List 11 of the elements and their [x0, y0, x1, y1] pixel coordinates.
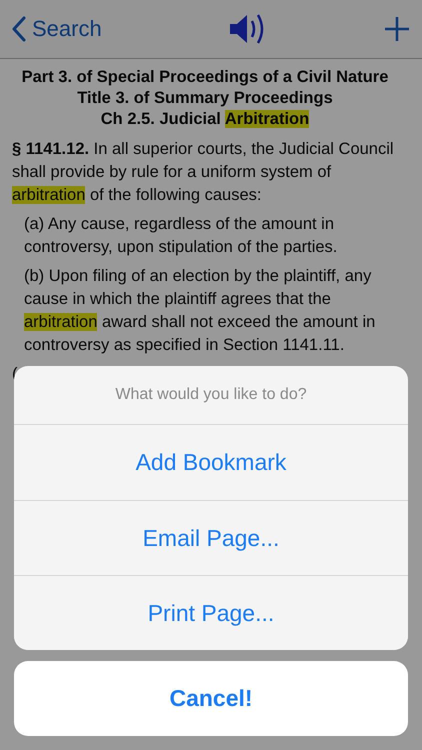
back-button[interactable]: Search: [12, 16, 102, 42]
plus-icon[interactable]: [384, 16, 410, 42]
section-heading: Title 3. of Summary Proceedings: [76, 88, 334, 109]
section-heading: Part 3. of Special Proceedings of a Civil Nature: [20, 67, 390, 88]
statute-paragraph: (a) Any cause, regardless of the amount in controversy, upon stipulation of the parties.: [24, 214, 338, 258]
section-heading: Ch 2.5. Judicial Arbitration: [100, 109, 310, 130]
action-button[interactable]: Print Page...: [14, 575, 408, 650]
statute-paragraph: § 1141.12. In all superior courts, the Judicial Council shall provide by rule for a uniform system of arbitration of the following causes:: [12, 139, 395, 206]
chevron-left-icon: [12, 16, 26, 42]
statute-paragraph: (b) Upon filing of an election by the plaintiff, any cause in which the plaintiff agrees that the arbitration award shall not exceed the amount in controversy as specified in Section 1141.11.: [24, 266, 376, 356]
cancel-button[interactable]: Cancel!: [14, 661, 408, 736]
